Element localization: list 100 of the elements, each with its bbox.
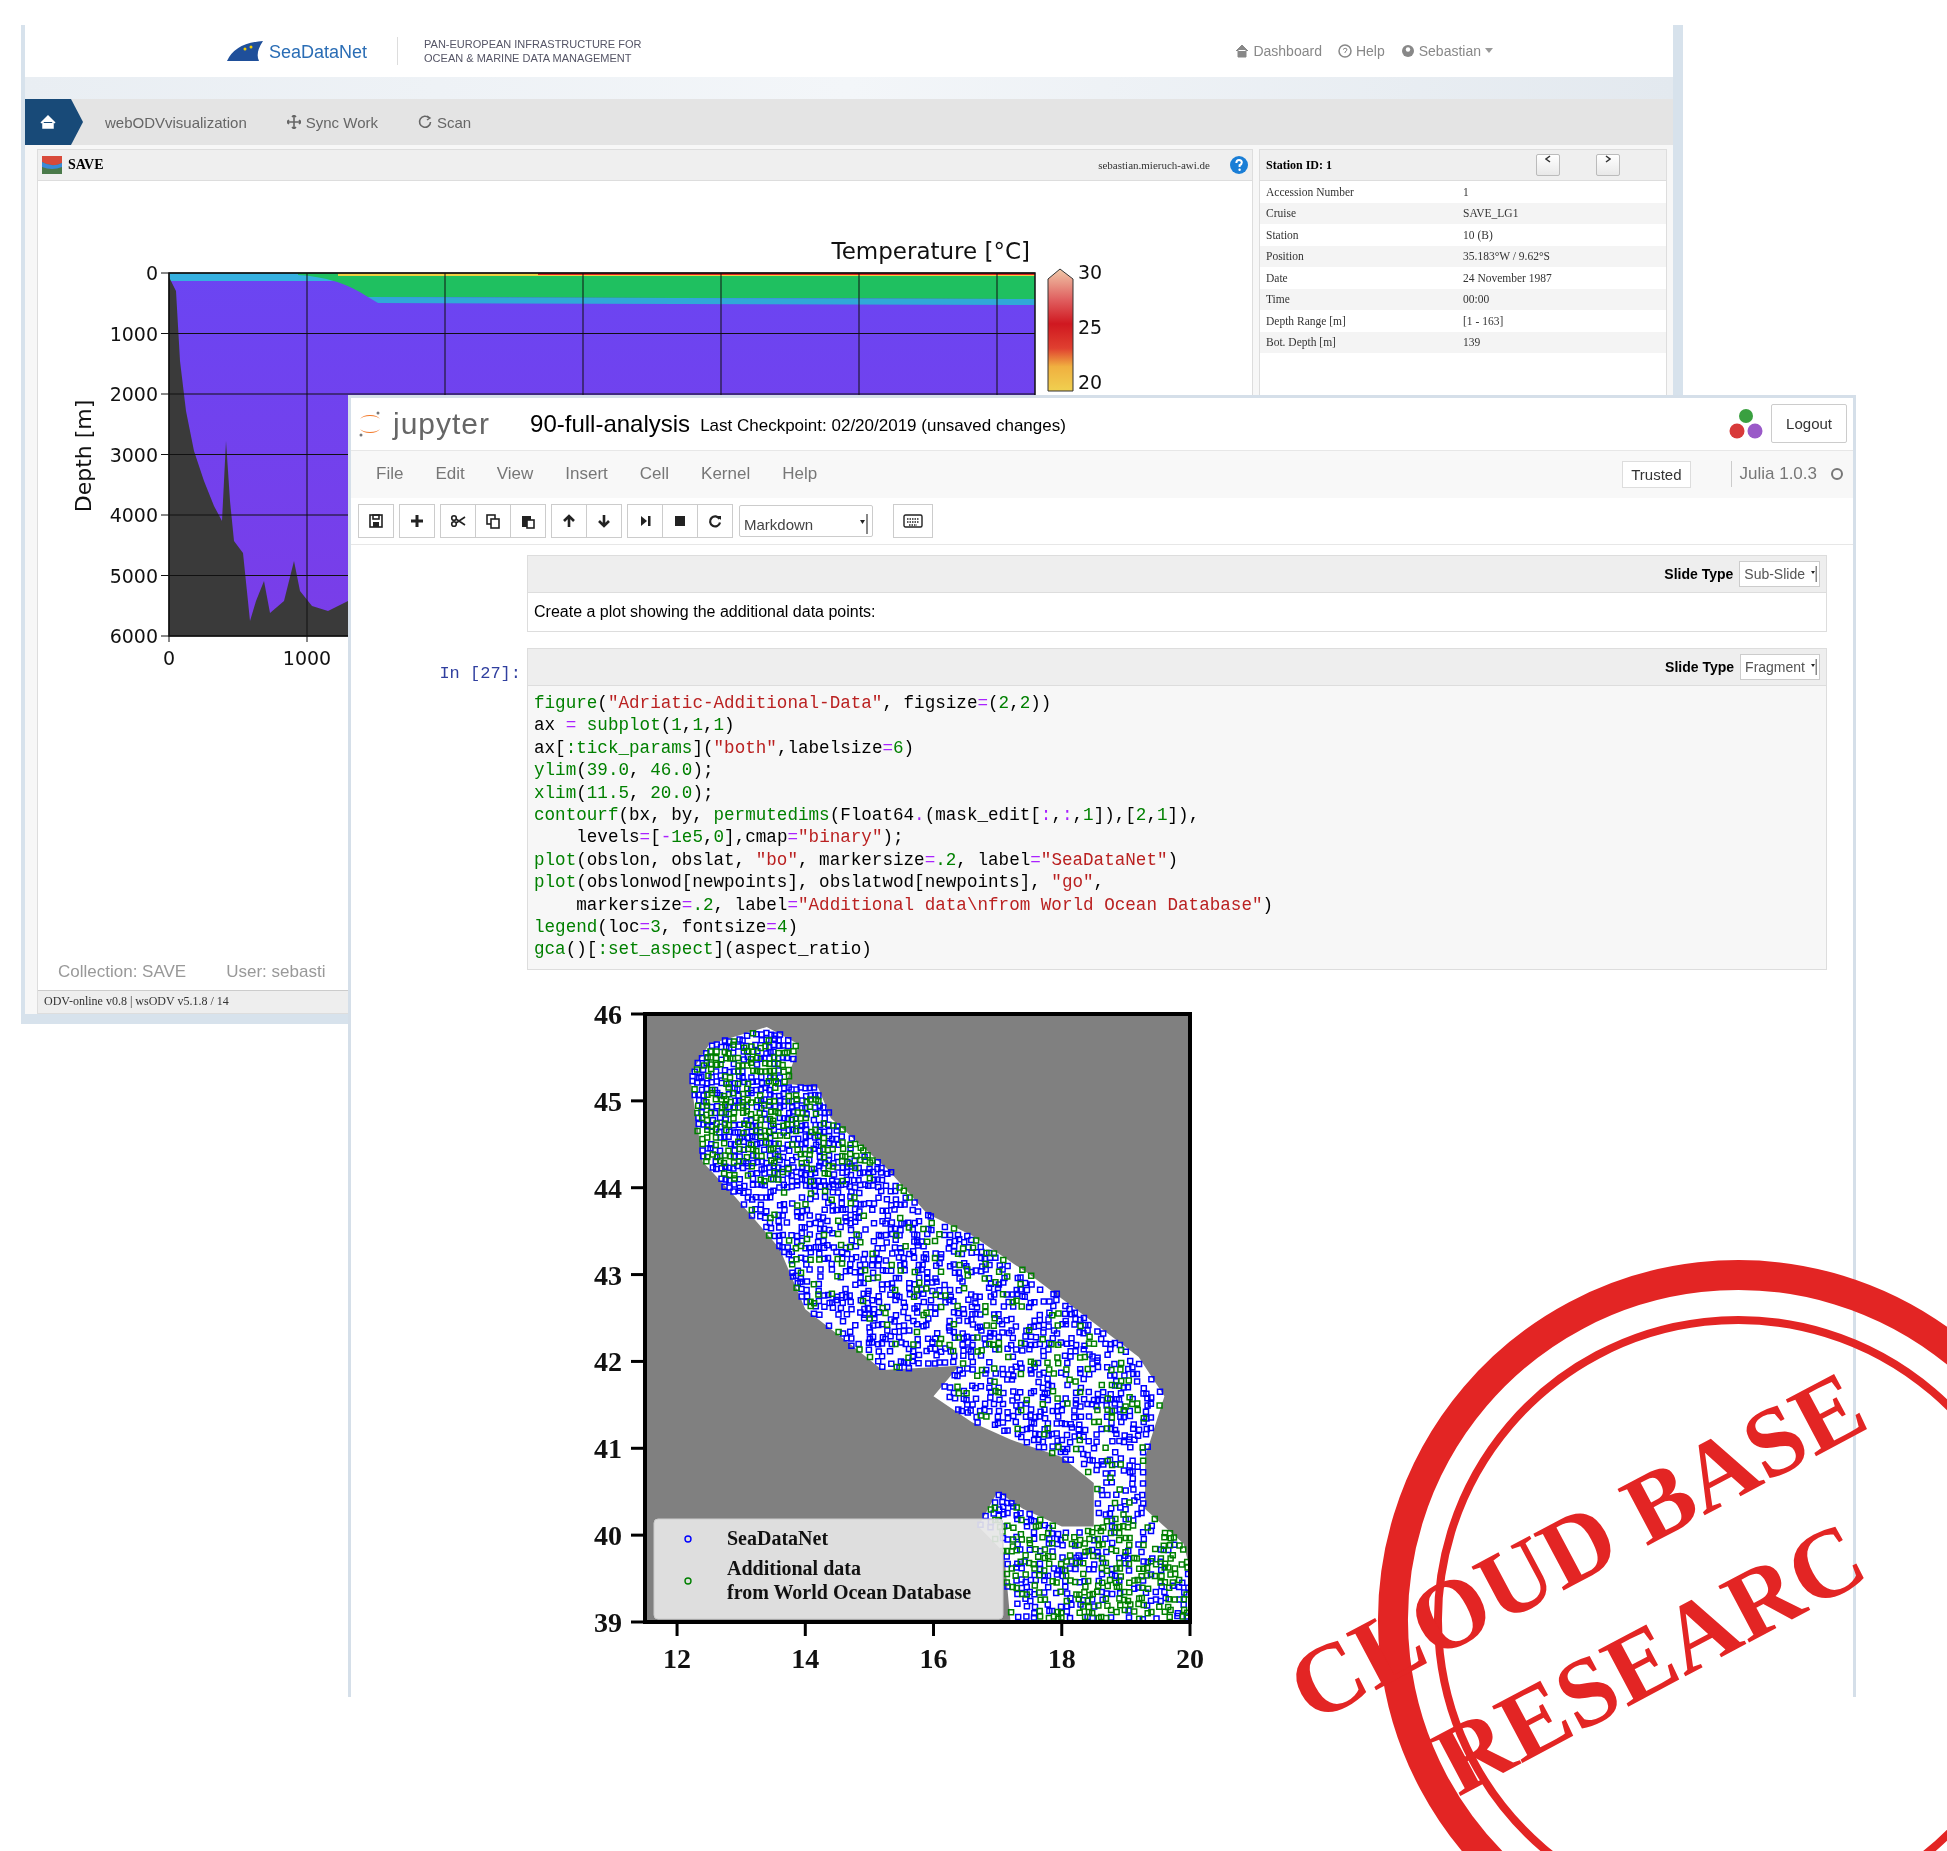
field-value: 24 November 1987 [1463,271,1552,284]
paste-icon [520,513,536,530]
server-name: sebastian.mieruch-awi.de [1098,159,1210,171]
slide-type-label: Slide Type [1665,659,1735,675]
menu-item[interactable]: File [363,464,423,485]
toolbar-button[interactable] [399,504,435,539]
menu-item[interactable]: View [483,464,553,485]
notebook-cell[interactable]: Slide Type Sub-Slide Create a plot showing the additional data points: [527,555,1827,632]
toolbar-button[interactable] [358,504,394,539]
axis-tick-label: 0 [162,647,176,669]
hub-logo-icon [1729,407,1764,440]
caret-icon [1811,566,1817,582]
field-label: Position [1266,250,1305,263]
axis-tick-label: 0 [145,262,158,284]
nav-link[interactable]: Scan [398,113,492,131]
toolbar-button[interactable] [440,504,476,539]
code-line: contourf(bx, by, permutedims(Float64.(mask_edit[:,:,1]),[2,1]), [534,804,1201,827]
axis-label: Depth [m] [71,399,96,513]
axis-tick-label: 45 [594,1085,622,1117]
slide-type-dropdown[interactable]: Fragment [1740,654,1820,680]
toolbar-button[interactable] [627,504,663,539]
axis-tick-label: 14 [791,1642,820,1674]
station-title: Station ID: 1 [1266,157,1332,173]
nav-link[interactable]: Sync Work [266,113,398,131]
field-label: Accession Number [1266,185,1355,198]
next-button[interactable] [1596,154,1620,176]
caret-icon [1485,48,1493,54]
trusted-button[interactable]: Trusted [1622,460,1691,488]
axis-tick-label: 12 [663,1642,692,1674]
chevron-left-icon [1545,155,1551,163]
help-icon [1337,44,1352,58]
move-icon [286,115,301,129]
colorbar-tick-label: 20 [1078,371,1103,393]
menu-item[interactable]: Cell [626,464,689,485]
field-label: Cruise [1266,207,1298,220]
help-icon[interactable] [1230,156,1248,174]
code-line: plot(obslonwod[newpoints], obslatwod[newpoints], "go", [534,871,1106,894]
field-value: 10 (B) [1463,228,1493,241]
user-icon [1400,44,1415,58]
code-line: ax[:tick_params]("both",labelsize=6) [534,736,916,760]
axis-tick-label: 20 [1176,1642,1204,1674]
field-value: 35.183°W / 9.62°S [1463,250,1550,263]
checkpoint-status: Last Checkpoint: 02/20/2019 (unsaved changes) [700,415,1066,436]
header-link[interactable]: Sebastian [1418,43,1481,59]
code-line: xlim(11.5, 20.0); [534,781,715,805]
header-link[interactable]: Help [1355,43,1385,59]
field-label: Depth Range [m] [1266,314,1347,327]
user-label: User: sebasti [226,962,326,982]
menu-item[interactable]: Kernel [688,464,770,485]
toolbar-button[interactable] [893,504,933,539]
field-value: 1 [1463,185,1469,198]
legend-label: SeaDataNet [727,1526,829,1549]
code-line: gca()[:set_aspect](aspect_ratio) [534,938,873,961]
plus-icon [409,513,425,530]
axis-tick-label: 18 [1047,1642,1076,1674]
menu-item[interactable]: Insert [552,464,627,485]
code-line: figure("Adriatic-Additional-Data", figsize=(2,2)) [534,692,1053,715]
field-value: [1 - 163] [1463,314,1504,327]
menu-item[interactable]: Edit [422,464,484,485]
refresh-icon [418,115,432,129]
slide-type-label: Slide Type [1664,566,1734,582]
header-link[interactable]: Dashboard [1253,43,1322,59]
slide-type-dropdown[interactable]: Sub-Slide [1739,561,1820,587]
code-line: legend(loc=3, fontsize=4) [534,916,799,939]
toolbar-button[interactable] [697,504,733,539]
colorbar-tick-label: 25 [1078,316,1103,338]
field-label: Time [1266,293,1291,306]
axis-tick-label: 2000 [109,383,158,405]
notebook-cell[interactable] [527,648,1827,970]
logout-button[interactable]: Logout [1771,404,1847,444]
panel-title: SAVE [68,157,104,173]
field-label: Bot. Depth [m] [1266,336,1337,349]
field-value: SAVE_LG1 [1463,207,1519,220]
restart-icon [707,513,723,530]
axis-tick-label: 1000 [109,322,158,345]
cell-prompt: In [27]: [439,664,521,683]
axis-tick-label: 5000 [109,564,158,587]
code-line: ax = subplot(1,1,1) [534,714,736,737]
logo-text: SeaDataNet [269,42,368,63]
collection-label: Collection: SAVE [58,962,187,982]
axis-tick-label: 16 [919,1642,948,1674]
home-button[interactable] [25,99,85,145]
copy-icon [485,513,501,530]
toolbar-button[interactable] [662,504,698,539]
notebook-name[interactable]: 90-full-analysis [530,409,691,438]
toolbar-button[interactable] [586,504,622,539]
previous-button[interactable] [1536,154,1560,176]
plot-title: Temperature [°C] [831,238,1030,264]
axis-tick-label: 1000 [282,647,332,669]
house-icon [1235,44,1250,58]
field-label: Date [1266,271,1289,284]
toolbar-button[interactable] [551,504,587,539]
code-line: plot(obslon, obslat, "bo", markersize=.2, label="SeaDataNet") [534,848,1180,872]
cell-type-dropdown[interactable]: Markdown [739,505,873,538]
toolbar-button[interactable] [510,504,546,539]
logo-text: jupyter [393,406,491,441]
toolbar-button[interactable] [475,504,511,539]
menu-item[interactable]: Help [769,464,837,485]
arrow-up-icon [561,513,577,530]
nav-link[interactable]: webODVvisualization [85,113,267,131]
